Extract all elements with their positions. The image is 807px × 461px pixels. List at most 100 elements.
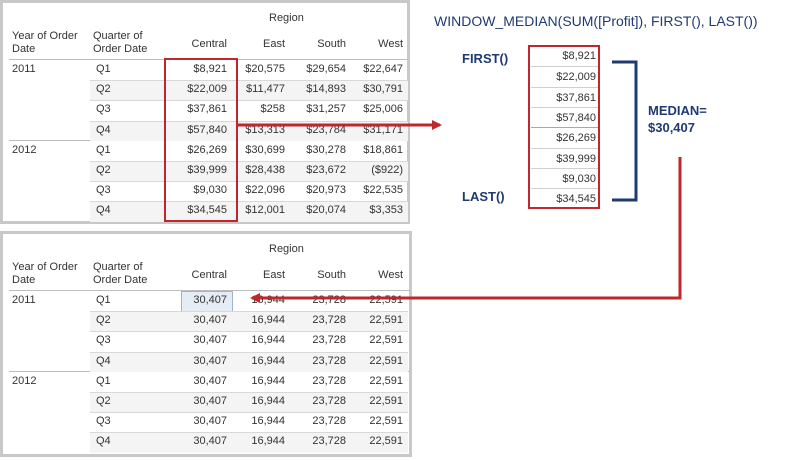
quarter-label: Q2 xyxy=(96,83,111,96)
value-cell-south[interactable]: 23,728 xyxy=(289,355,346,368)
row-divider xyxy=(90,161,408,162)
row-divider xyxy=(90,351,408,353)
value-cell-central[interactable]: 30,407 xyxy=(171,415,227,428)
value-cell-east[interactable]: 16,944 xyxy=(231,334,285,347)
quarter-label: Q3 xyxy=(96,415,111,428)
quarter-label: Q1 xyxy=(96,63,111,75)
column-header-east: East xyxy=(262,38,285,50)
row-divider xyxy=(90,331,408,333)
region-header: Region xyxy=(269,243,304,255)
value-cell-west[interactable]: $30,791 xyxy=(350,83,403,96)
value-cell-west[interactable]: 22,591 xyxy=(350,355,403,368)
column-header-west: West xyxy=(378,38,403,50)
value-cell-central[interactable]: 30,407 xyxy=(171,435,227,448)
quarter-label: Q3 xyxy=(96,334,111,347)
value-cell-south[interactable]: $23,672 xyxy=(289,164,346,177)
value-cell-south[interactable]: $20,074 xyxy=(289,204,346,217)
value-cell-west[interactable]: 22,591 xyxy=(350,314,403,327)
value-list-highlight xyxy=(528,45,600,209)
quarter-label: Q2 xyxy=(96,395,111,407)
value-cell-south[interactable]: $14,893 xyxy=(289,83,346,96)
value-cell-east[interactable]: 16,944 xyxy=(231,395,285,408)
value-cell-central[interactable]: 30,407 xyxy=(171,294,227,307)
value-cell-east[interactable]: 16,944 xyxy=(231,355,285,368)
value-cell-south[interactable]: 23,728 xyxy=(289,435,346,448)
value-cell-central[interactable]: 30,407 xyxy=(171,395,227,408)
value-cell-west[interactable]: ($922) xyxy=(350,164,403,177)
value-cell-central[interactable]: 30,407 xyxy=(171,334,227,347)
value-cell-west[interactable]: 22,591 xyxy=(350,415,403,428)
year-header: Year of Order Date xyxy=(12,30,78,55)
value-cell-south[interactable]: 23,728 xyxy=(289,375,346,388)
value-cell-south[interactable]: $31,257 xyxy=(289,103,346,116)
value-cell-east[interactable]: $20,575 xyxy=(231,63,285,76)
row-divider xyxy=(90,201,408,203)
row-divider xyxy=(90,432,408,434)
value-cell-east[interactable]: 16,944 xyxy=(231,435,285,448)
quarter-label: Q3 xyxy=(96,184,111,197)
value-cell-west[interactable]: $22,647 xyxy=(350,63,403,76)
value-cell-south[interactable]: $20,973 xyxy=(289,184,346,197)
value-cell-east[interactable]: $12,001 xyxy=(231,204,285,217)
value-cell-south[interactable]: 23,728 xyxy=(289,294,346,307)
value-cell-central[interactable]: 30,407 xyxy=(171,355,227,368)
quarter-label: Q1 xyxy=(96,294,111,306)
value-cell-east[interactable]: $13,313 xyxy=(231,124,285,137)
value-cell-west[interactable]: 22,591 xyxy=(350,375,403,388)
year-header: Year of Order Date xyxy=(12,261,78,286)
column-header-central: Central xyxy=(191,269,227,281)
row-divider xyxy=(90,80,408,82)
value-cell-east[interactable]: $28,438 xyxy=(231,164,285,177)
quarter-label: Q4 xyxy=(96,354,111,367)
value-cell-east[interactable]: $258 xyxy=(231,103,285,116)
value-cell-south[interactable]: 23,728 xyxy=(289,314,346,327)
value-cell-south[interactable]: $29,654 xyxy=(289,63,346,76)
region-header: Region xyxy=(269,12,304,24)
value-cell-east[interactable]: 16,944 xyxy=(231,294,285,307)
column-header-south: South xyxy=(317,269,346,281)
value-cell-west[interactable]: 22,591 xyxy=(350,435,403,448)
value-cell-south[interactable]: 23,728 xyxy=(289,395,346,408)
value-cell-west[interactable]: $18,861 xyxy=(350,144,403,157)
value-cell-west[interactable]: 22,591 xyxy=(350,395,403,408)
year-label: 2011 xyxy=(12,63,36,75)
year-label: 2012 xyxy=(12,143,37,156)
value-cell-south[interactable]: $30,278 xyxy=(289,144,346,157)
column-header-central: Central xyxy=(191,38,227,50)
median-bracket xyxy=(612,60,638,202)
value-cell-east[interactable]: $30,699 xyxy=(231,144,285,157)
row-divider xyxy=(90,311,408,313)
value-cell-west[interactable]: 22,591 xyxy=(350,334,403,347)
value-cell-east[interactable]: $11,477 xyxy=(231,83,285,96)
year-label: 2012 xyxy=(12,374,37,387)
value-cell-west[interactable]: $25,006 xyxy=(350,103,403,116)
value-cell-east[interactable]: 16,944 xyxy=(231,375,285,388)
value-cell-west[interactable]: $22,535 xyxy=(350,184,403,197)
median-table-panel: Region Year of Order Date Quarter of Ord… xyxy=(0,231,412,457)
value-cell-east[interactable]: 16,944 xyxy=(231,314,285,327)
value-cell-east[interactable]: 16,944 xyxy=(231,415,285,428)
value-cell-west[interactable]: $31,171 xyxy=(350,124,403,137)
central-column-highlight xyxy=(164,58,238,222)
quarter-label: Q1 xyxy=(96,143,111,156)
quarter-label: Q2 xyxy=(96,164,111,176)
quarter-label: Q4 xyxy=(96,435,111,448)
year-label: 2011 xyxy=(12,294,36,306)
quarter-label: Q2 xyxy=(96,314,111,327)
first-label: FIRST() xyxy=(462,51,509,66)
last-label: LAST() xyxy=(462,189,505,204)
value-cell-south[interactable]: 23,728 xyxy=(289,334,346,347)
value-cell-south[interactable]: 23,728 xyxy=(289,415,346,428)
value-cell-central[interactable]: 30,407 xyxy=(171,314,227,327)
window-median-formula: WINDOW_MEDIAN(SUM([Profit]), FIRST(), LA… xyxy=(434,13,758,29)
value-cell-south[interactable]: $23,784 xyxy=(289,124,346,137)
quarter-label: Q4 xyxy=(96,204,111,217)
value-cell-central[interactable]: 30,407 xyxy=(171,375,227,388)
column-header-south: South xyxy=(317,38,346,50)
row-divider xyxy=(90,100,408,102)
row-divider xyxy=(90,181,408,183)
value-cell-east[interactable]: $22,096 xyxy=(231,184,285,197)
column-header-west: West xyxy=(378,269,403,281)
value-cell-west[interactable]: $3,353 xyxy=(350,204,403,217)
value-cell-west[interactable]: 22,591 xyxy=(350,294,403,307)
